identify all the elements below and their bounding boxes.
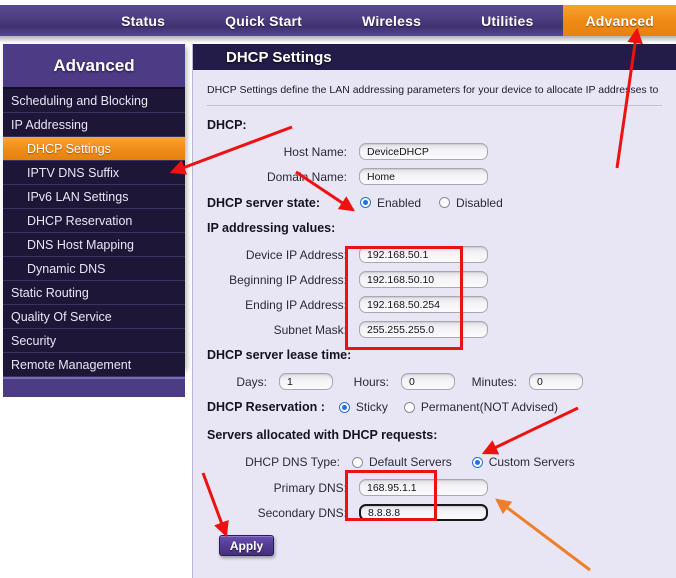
radio-dns-custom-servers[interactable]: Custom Servers xyxy=(471,455,575,469)
hours-input[interactable] xyxy=(401,373,455,390)
row-primary-dns: Primary DNS: xyxy=(207,475,662,500)
nav-shadow xyxy=(0,36,676,43)
radio-sticky-icon xyxy=(338,401,350,413)
days-label: Days: xyxy=(236,374,267,389)
row-subnet-mask: Subnet Mask: xyxy=(207,317,662,342)
radio-dns-default-servers[interactable]: Default Servers xyxy=(352,455,452,469)
radio-sticky-label: Sticky xyxy=(355,400,388,414)
row-device-ip: Device IP Address: xyxy=(207,242,662,267)
radio-disabled-icon xyxy=(439,197,451,208)
section-heading-lease-time: DHCP server lease time: xyxy=(207,348,352,362)
host-name-label: Host Name: xyxy=(283,144,347,159)
section-heading-dhcp: DHCP: xyxy=(207,118,247,132)
main-panel: DHCP Settings DHCP Settings define the L… xyxy=(192,44,676,578)
row-dhcp-server-state: DHCP server state: Enabled Disabled xyxy=(207,189,662,216)
sidebar-item-iptv-dns-suffix[interactable]: IPTV DNS Suffix xyxy=(3,161,185,185)
device-ip-input[interactable] xyxy=(359,246,488,263)
radio-enabled-icon xyxy=(360,197,371,208)
section-heading-servers: Servers allocated with DHCP requests: xyxy=(207,428,438,442)
hours-label: Hours: xyxy=(353,374,389,389)
panel-body: DHCP Settings define the LAN addressing … xyxy=(193,70,676,556)
sidebar-item-dns-host-mapping[interactable]: DNS Host Mapping xyxy=(3,233,185,257)
sidebar-item-quality-of-service[interactable]: Quality Of Service xyxy=(3,305,185,329)
radio-reservation-sticky[interactable]: Sticky xyxy=(338,400,388,414)
radio-server-state-disabled[interactable]: Disabled xyxy=(439,196,503,210)
dhcp-reservation-label: DHCP Reservation : xyxy=(207,400,325,414)
row-beginning-ip: Beginning IP Address: xyxy=(207,267,662,292)
subnet-mask-input[interactable] xyxy=(359,321,488,338)
primary-dns-input[interactable] xyxy=(359,479,488,496)
sidebar-item-dynamic-dns[interactable]: Dynamic DNS xyxy=(3,257,185,281)
sidebar-item-dhcp-settings[interactable]: DHCP Settings xyxy=(3,137,185,161)
sidebar-item-remote-management[interactable]: Remote Management xyxy=(3,353,185,377)
section-heading-ip-addressing-values: IP addressing values: xyxy=(207,221,336,235)
radio-default-servers-label: Default Servers xyxy=(369,455,452,469)
radio-disabled-label: Disabled xyxy=(456,195,503,210)
nav-tab-status[interactable]: Status xyxy=(91,5,195,36)
row-ending-ip: Ending IP Address: xyxy=(207,292,662,317)
sidebar: Advanced Scheduling and Blocking IP Addr… xyxy=(3,44,185,397)
sidebar-item-scheduling-and-blocking[interactable]: Scheduling and Blocking xyxy=(3,89,185,113)
router-admin-screen: Status Quick Start Wireless Utilities Ad… xyxy=(0,0,676,578)
row-host-name: Host Name: xyxy=(207,139,662,164)
row-dhcp-reservation: DHCP Reservation : Sticky Permanent(NOT … xyxy=(207,394,662,420)
radio-server-state-enabled[interactable]: Enabled xyxy=(360,196,421,210)
nav-tab-utilities[interactable]: Utilities xyxy=(451,5,563,36)
row-dhcp-dns-type: DHCP DNS Type: Default Servers Custom Se… xyxy=(207,449,662,475)
nav-tab-advanced[interactable]: Advanced xyxy=(563,5,676,36)
ending-ip-input[interactable] xyxy=(359,296,488,313)
primary-dns-label: Primary DNS: xyxy=(273,480,347,495)
sidebar-footer xyxy=(3,377,185,397)
apply-button[interactable]: Apply xyxy=(219,535,274,556)
subnet-mask-label: Subnet Mask: xyxy=(273,322,347,337)
radio-enabled-label: Enabled xyxy=(377,195,422,210)
domain-name-input[interactable] xyxy=(359,168,488,185)
sidebar-item-dhcp-reservation[interactable]: DHCP Reservation xyxy=(3,209,185,233)
radio-default-servers-icon xyxy=(352,456,363,468)
minutes-label: Minutes: xyxy=(471,374,517,389)
row-lease-time: Days: Hours: Minutes: xyxy=(207,369,662,394)
top-navigation-bar: Status Quick Start Wireless Utilities Ad… xyxy=(0,5,676,36)
row-secondary-dns: Secondary DNS: xyxy=(207,500,662,525)
sidebar-item-ip-addressing[interactable]: IP Addressing xyxy=(3,113,185,137)
radio-custom-servers-icon xyxy=(471,456,483,468)
minutes-input[interactable] xyxy=(529,373,583,390)
secondary-dns-input[interactable] xyxy=(359,504,488,521)
dhcp-server-state-label: DHCP server state: xyxy=(207,195,321,210)
radio-permanent-icon xyxy=(403,401,415,413)
radio-permanent-label: Permanent(NOT Advised) xyxy=(420,400,559,414)
radio-reservation-permanent[interactable]: Permanent(NOT Advised) xyxy=(403,400,559,414)
secondary-dns-label: Secondary DNS: xyxy=(257,505,347,520)
sidebar-item-static-routing[interactable]: Static Routing xyxy=(3,281,185,305)
nav-tab-wireless[interactable]: Wireless xyxy=(332,5,451,36)
nav-tab-quick-start[interactable]: Quick Start xyxy=(195,5,332,36)
beginning-ip-label: Beginning IP Address: xyxy=(229,272,347,287)
sidebar-item-ipv6-lan-settings[interactable]: IPv6 LAN Settings xyxy=(3,185,185,209)
ending-ip-label: Ending IP Address: xyxy=(245,297,347,312)
device-ip-label: Device IP Address: xyxy=(245,247,347,262)
page-description: DHCP Settings define the LAN addressing … xyxy=(207,84,662,96)
host-name-input[interactable] xyxy=(359,143,488,160)
beginning-ip-input[interactable] xyxy=(359,271,488,288)
radio-custom-servers-label: Custom Servers xyxy=(488,455,575,469)
days-input[interactable] xyxy=(279,373,333,390)
dhcp-dns-type-label: DHCP DNS Type: xyxy=(245,455,340,469)
sidebar-item-security[interactable]: Security xyxy=(3,329,185,353)
page-title: DHCP Settings xyxy=(193,44,676,70)
row-domain-name: Domain Name: xyxy=(207,164,662,189)
domain-name-label: Domain Name: xyxy=(266,169,347,184)
divider xyxy=(207,105,662,106)
sidebar-header: Advanced xyxy=(3,44,185,89)
